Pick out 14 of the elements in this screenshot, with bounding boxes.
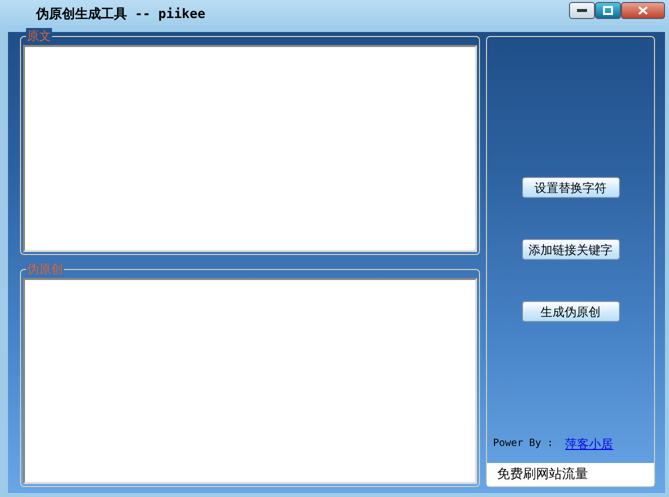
group-label: 伪原创 — [26, 260, 64, 276]
close-icon — [638, 6, 648, 15]
group-label: 原文 — [26, 28, 52, 44]
minimize-icon — [577, 8, 587, 12]
maximize-icon — [603, 6, 613, 15]
action-button[interactable]: 生成伪原创 — [522, 301, 620, 322]
close-button[interactable] — [621, 2, 665, 19]
minimize-button[interactable] — [569, 2, 595, 19]
ad-banner[interactable]: 免费刷网站流量 — [487, 462, 654, 486]
action-button[interactable]: 添加链接关键字 — [522, 239, 620, 260]
window-title: 伪原创生成工具 -- piikee — [36, 6, 206, 24]
credit-label: Power By : — [493, 437, 554, 451]
action-button[interactable]: 设置替换字符 — [522, 177, 620, 198]
maximize-button[interactable] — [595, 2, 621, 19]
